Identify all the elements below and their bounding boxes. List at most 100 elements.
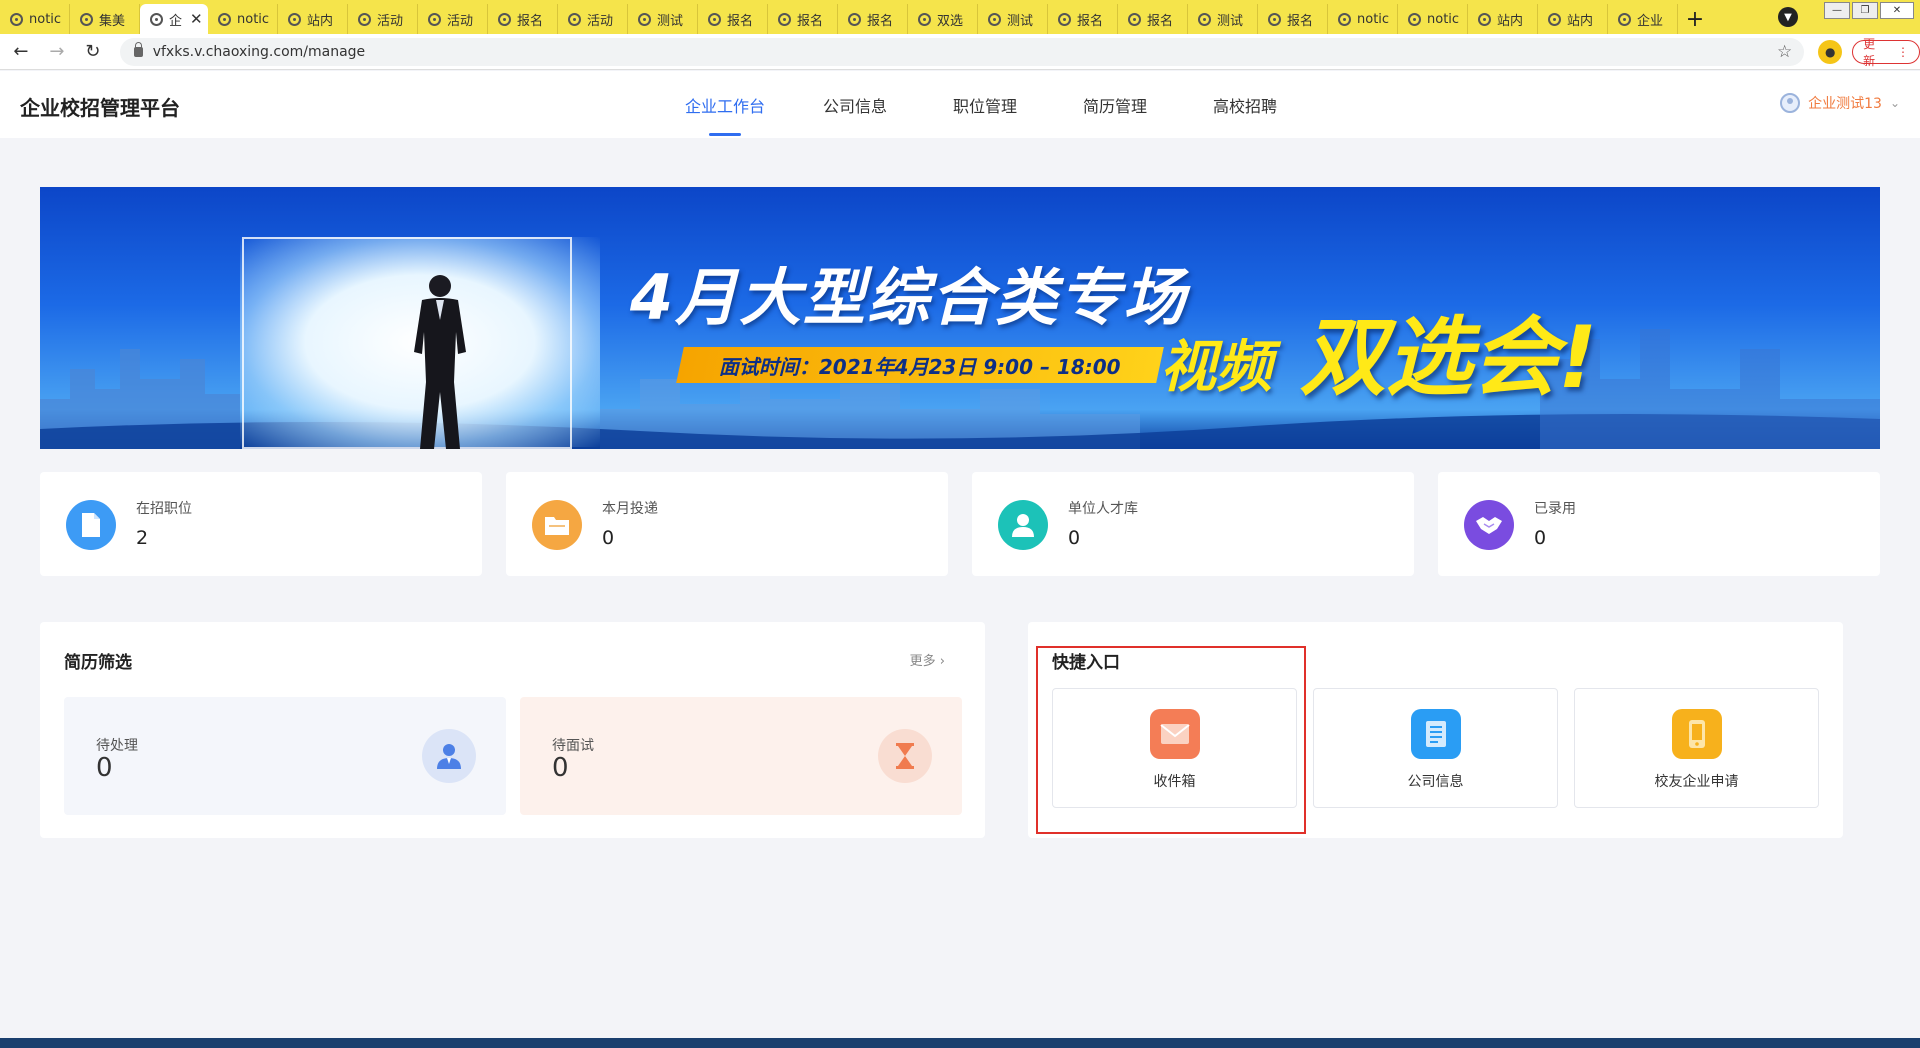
tab-label: notic [1357, 11, 1390, 27]
kebab-menu-icon[interactable]: ⋮ [1897, 45, 1909, 59]
globe-icon [218, 12, 231, 26]
globe-icon [428, 12, 441, 26]
stat-label: 单位人才库 [1068, 501, 1138, 517]
pending-resumes-card[interactable]: 待处理 0 [64, 697, 506, 815]
browser-tab[interactable]: notic [1398, 4, 1468, 34]
stats-row: 在招职位 2 本月投递 0 单位人才库 0 已录用 0 [40, 472, 1880, 576]
nav-resume-management[interactable]: 简历管理 [1050, 71, 1180, 138]
browser-tab[interactable]: 站内 [1538, 4, 1608, 34]
inbox-shortcut[interactable]: 收件箱 [1052, 688, 1297, 808]
forward-icon[interactable]: → [42, 37, 72, 67]
browser-tab-strip: notic 集美 企 ✕ notic 站内 活动 活动 报名 活动 测试 报名 报… [0, 0, 1920, 34]
banner-time-ribbon: 面试时间：2021年4月23日 9:00 – 18:00 [676, 347, 1164, 383]
tab-label: 活动 [377, 13, 404, 29]
main-nav: 企业工作台 公司信息 职位管理 简历管理 高校招聘 [660, 71, 1310, 138]
bookmark-star-icon[interactable]: ☆ [1777, 42, 1792, 62]
globe-icon [358, 12, 371, 26]
globe-icon [150, 12, 163, 26]
browser-tab[interactable]: notic [1328, 4, 1398, 34]
company-info-shortcut[interactable]: 公司信息 [1313, 688, 1558, 808]
stat-card-hired[interactable]: 已录用 0 [1438, 472, 1880, 576]
browser-tab[interactable]: 报名 [488, 4, 558, 34]
event-banner[interactable]: 4月大型综合类专场 面试时间：2021年4月23日 9:00 – 18:00 视… [40, 187, 1880, 449]
browser-tab[interactable]: 集美 [70, 4, 140, 34]
browser-tab[interactable]: 活动 [558, 4, 628, 34]
inbox-label: 收件箱 [1153, 774, 1196, 790]
handshake-icon [1464, 500, 1514, 550]
phone-icon [1671, 709, 1722, 759]
browser-tab[interactable]: 报名 [1258, 4, 1328, 34]
chevron-right-icon: › [939, 654, 945, 669]
stat-card-open-positions[interactable]: 在招职位 2 [40, 472, 482, 576]
minimize-icon[interactable]: — [1824, 2, 1850, 19]
tab-label: 报名 [1147, 13, 1174, 29]
globe-icon [778, 12, 791, 26]
nav-company-info[interactable]: 公司信息 [790, 71, 920, 138]
tab-label: 报名 [797, 13, 824, 29]
profile-icon[interactable]: ● [1818, 39, 1843, 64]
building-icon [1410, 709, 1461, 759]
browser-tab[interactable]: 报名 [698, 4, 768, 34]
banner-title: 4月大型综合类专场 [630, 261, 1188, 334]
globe-icon [1478, 12, 1491, 26]
browser-tab[interactable]: 活动 [348, 4, 418, 34]
pending-interviews-card[interactable]: 待面试 0 [520, 697, 962, 815]
browser-tab[interactable]: 双选 [908, 4, 978, 34]
address-bar[interactable]: vfxks.v.chaoxing.com/manage ☆ [119, 37, 1805, 66]
nav-workbench[interactable]: 企业工作台 [660, 71, 790, 138]
banner-subtitle-fair: 双选会! [1300, 308, 1598, 408]
tab-search-icon[interactable]: ▼ [1778, 7, 1798, 27]
browser-tab[interactable]: 测试 [628, 4, 698, 34]
browser-tab[interactable]: notic [0, 4, 70, 34]
tab-label: 报名 [867, 13, 894, 29]
stat-label: 已录用 [1534, 501, 1576, 517]
browser-tab[interactable]: 站内 [278, 4, 348, 34]
tab-label: 集美 [99, 13, 126, 29]
tab-label: 测试 [1007, 13, 1034, 29]
alumni-company-apply-shortcut[interactable]: 校友企业申请 [1574, 688, 1819, 808]
reload-icon[interactable]: ↻ [78, 37, 108, 67]
chevron-down-icon: ⌄ [1889, 96, 1900, 110]
browser-tab[interactable]: 报名 [838, 4, 908, 34]
stat-value: 0 [602, 527, 615, 549]
close-window-icon[interactable]: ✕ [1880, 2, 1914, 19]
close-tab-icon[interactable]: ✕ [190, 10, 203, 28]
browser-tab-active[interactable]: 企 ✕ [140, 4, 208, 34]
browser-tab[interactable]: 测试 [978, 4, 1048, 34]
tab-label: 测试 [1217, 13, 1244, 29]
globe-icon [638, 12, 651, 26]
browser-tab[interactable]: 报名 [768, 4, 838, 34]
more-link[interactable]: 更多 › [910, 650, 945, 669]
browser-tab[interactable]: 测试 [1188, 4, 1258, 34]
tab-label: 企 [169, 13, 183, 29]
nav-position-management[interactable]: 职位管理 [920, 71, 1050, 138]
stat-card-talent-pool[interactable]: 单位人才库 0 [972, 472, 1414, 576]
app-title: 企业校招管理平台 [20, 96, 180, 120]
user-name: 企业测试13 [1808, 96, 1882, 112]
new-tab-button[interactable]: + [1678, 4, 1712, 34]
browser-tab[interactable]: 企业 [1608, 4, 1678, 34]
tab-label: 活动 [587, 13, 614, 29]
back-icon[interactable]: ← [6, 37, 36, 67]
globe-icon [918, 12, 931, 26]
browser-tab[interactable]: 活动 [418, 4, 488, 34]
interview-label: 待面试 [552, 738, 594, 754]
browser-tab[interactable]: 站内 [1468, 4, 1538, 34]
globe-icon [1618, 12, 1631, 26]
resume-filter-title: 简历筛选 [64, 653, 132, 673]
stat-card-monthly-applications[interactable]: 本月投递 0 [506, 472, 948, 576]
stat-value: 2 [136, 527, 149, 549]
user-menu[interactable]: 企业测试13 ⌄ [1780, 93, 1900, 113]
globe-icon [988, 12, 1001, 26]
browser-tab[interactable]: 报名 [1048, 4, 1118, 34]
nav-campus-recruitment[interactable]: 高校招聘 [1180, 71, 1310, 138]
tab-label: 报名 [727, 13, 754, 29]
browser-tab[interactable]: notic [208, 4, 278, 34]
tab-label: notic [29, 11, 62, 27]
restore-icon[interactable]: ❐ [1852, 2, 1878, 19]
browser-tab[interactable]: 报名 [1118, 4, 1188, 34]
interview-value: 0 [552, 753, 569, 783]
person-icon [998, 500, 1048, 550]
resume-filter-panel: 简历筛选 更多 › 待处理 0 待面试 0 [40, 622, 985, 838]
update-button[interactable]: 更新 ⋮ [1852, 37, 1920, 68]
